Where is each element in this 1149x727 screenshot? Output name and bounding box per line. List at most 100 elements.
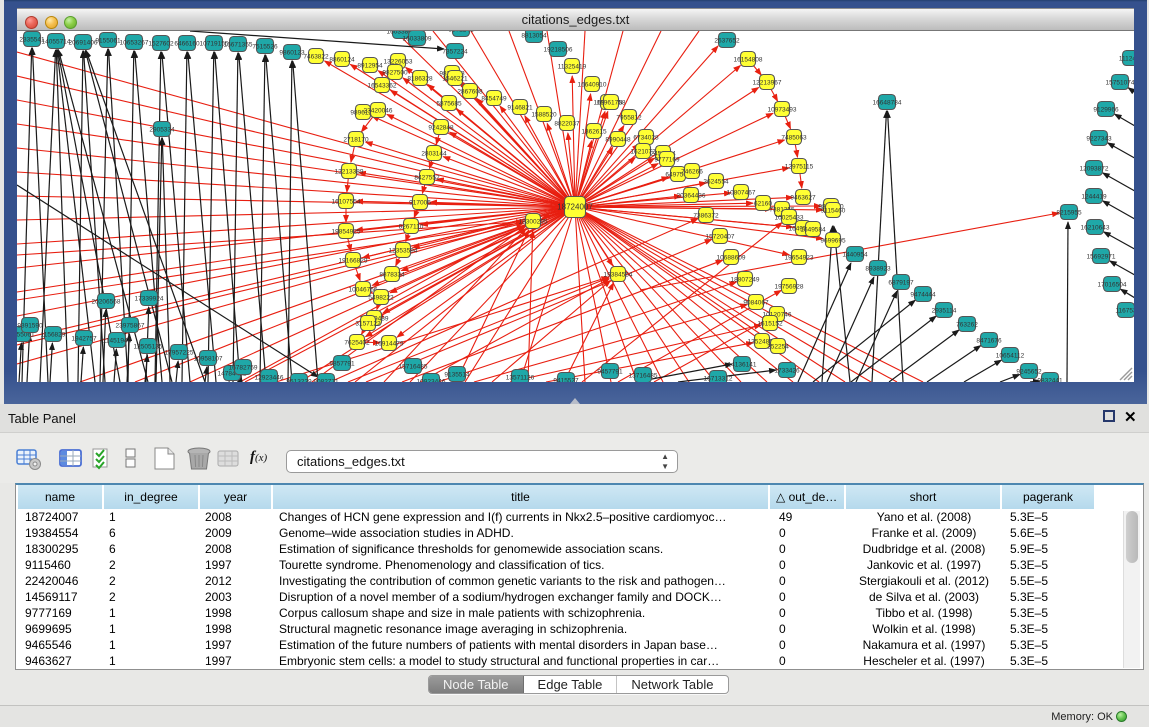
svg-text:6734028: 6734028	[633, 135, 659, 142]
svg-text:9391590: 9391590	[17, 323, 43, 330]
svg-text:19384554: 19384554	[604, 272, 633, 279]
svg-text:9129966: 9129966	[1093, 107, 1119, 114]
svg-text:5572241: 5572241	[448, 31, 474, 34]
svg-text:16648784: 16648784	[873, 100, 902, 107]
svg-text:9135514: 9135514	[444, 372, 470, 379]
svg-text:2905334: 2905334	[149, 127, 175, 134]
svg-text:8813054: 8813054	[521, 33, 547, 40]
svg-text:1156829: 1156829	[41, 332, 66, 339]
svg-text:19654923: 19654923	[785, 255, 814, 262]
svg-text:1440954: 1440954	[842, 252, 868, 259]
svg-text:9457791: 9457791	[597, 369, 623, 376]
svg-text:18724007: 18724007	[557, 203, 593, 212]
svg-text:6466160: 6466160	[174, 41, 200, 48]
svg-text:9463627: 9463627	[790, 195, 816, 202]
svg-text:1362615: 1362615	[581, 129, 607, 136]
svg-text:17957225: 17957225	[165, 350, 194, 357]
svg-text:19166829: 19166829	[339, 258, 368, 265]
svg-text:5498222: 5498222	[368, 295, 394, 302]
svg-text:16154808: 16154808	[734, 57, 763, 64]
svg-text:8471676: 8471676	[976, 338, 1002, 345]
svg-text:9832441: 9832441	[1037, 378, 1063, 383]
svg-text:8267110: 8267110	[399, 224, 424, 231]
svg-text:8938923: 8938923	[865, 266, 891, 273]
svg-text:19756928: 19756928	[775, 284, 804, 291]
svg-text:9699695: 9699695	[820, 238, 846, 245]
svg-text:11451944: 11451944	[103, 338, 132, 345]
svg-text:20691406: 20691406	[69, 40, 98, 47]
svg-text:15751074: 15751074	[1106, 80, 1134, 87]
svg-text:9513229: 9513229	[286, 379, 312, 383]
svg-text:116753: 116753	[1115, 308, 1134, 315]
svg-text:16543362: 16543362	[368, 83, 397, 90]
svg-text:8912954: 8912954	[357, 63, 383, 70]
svg-text:1942757: 1942757	[71, 336, 97, 343]
svg-text:2803144: 2803144	[421, 151, 447, 158]
svg-text:8878334: 8878334	[379, 272, 405, 279]
svg-text:2637652: 2637652	[714, 38, 740, 45]
svg-text:12093872: 12093872	[1080, 166, 1109, 173]
svg-text:23420046: 23420046	[364, 108, 393, 115]
svg-text:11325419: 11325419	[558, 64, 587, 71]
svg-text:9082771: 9082771	[313, 379, 339, 383]
svg-text:763262: 763262	[956, 322, 978, 329]
svg-text:16033809: 16033809	[403, 36, 432, 43]
svg-text:10653267: 10653267	[120, 40, 149, 47]
svg-text:15716485: 15716485	[399, 364, 428, 371]
svg-text:9155061: 9155061	[95, 38, 121, 45]
svg-text:8215955: 8215955	[1056, 210, 1082, 217]
svg-text:9415527: 9415527	[553, 378, 579, 383]
svg-text:2718170: 2718170	[343, 137, 369, 144]
svg-text:14136141: 14136141	[728, 362, 757, 369]
svg-text:13571126: 13571126	[506, 375, 535, 382]
svg-text:1733426: 1733426	[774, 368, 800, 375]
svg-text:252254: 252254	[767, 344, 789, 351]
svg-text:9777169: 9777169	[654, 157, 680, 164]
svg-text:9146821: 9146821	[507, 105, 533, 112]
svg-text:10654112: 10654112	[996, 353, 1025, 360]
svg-text:7955812: 7955812	[616, 115, 642, 122]
svg-text:16107554: 16107554	[332, 199, 361, 206]
svg-text:18807249: 18807249	[731, 277, 760, 284]
svg-text:17339924: 17339924	[135, 296, 164, 303]
svg-text:18300295: 18300295	[519, 219, 548, 226]
svg-text:9242848: 9242848	[428, 125, 454, 132]
svg-text:19854925: 19854925	[332, 229, 361, 236]
svg-text:1615152: 1615152	[757, 321, 783, 328]
svg-text:2867608: 2867608	[457, 89, 483, 96]
svg-text:9860123: 9860123	[279, 50, 305, 57]
svg-text:8860124: 8860124	[329, 57, 355, 64]
svg-text:9245652: 9245652	[1016, 369, 1042, 376]
svg-text:12505135: 12505135	[134, 344, 163, 351]
svg-text:17016504: 17016504	[1098, 282, 1127, 289]
svg-text:7357224: 7357224	[442, 49, 468, 56]
svg-text:20364436: 20364436	[677, 193, 706, 200]
svg-text:12975115: 12975115	[785, 164, 814, 171]
svg-text:7625402: 7625402	[344, 340, 370, 347]
svg-text:9827500: 9827500	[382, 70, 408, 77]
svg-text:16782759: 16782759	[229, 365, 258, 372]
svg-text:8822037: 8822037	[554, 121, 580, 128]
svg-text:7386372: 7386372	[693, 213, 719, 220]
svg-text:13716485: 13716485	[629, 373, 658, 380]
svg-text:1546221: 1546221	[442, 76, 468, 83]
svg-text:1649584: 1649584	[800, 227, 826, 234]
svg-text:3157122: 3157122	[355, 321, 381, 328]
svg-text:2935114: 2935114	[932, 308, 957, 315]
svg-text:8186328: 8186328	[407, 76, 433, 83]
svg-text:8454749: 8454749	[481, 96, 507, 103]
svg-text:23975867: 23975867	[116, 323, 145, 330]
svg-text:12353594: 12353594	[389, 248, 418, 255]
svg-text:16713312: 16713312	[704, 376, 733, 383]
svg-text:14055714: 14055714	[42, 39, 71, 46]
svg-text:10973493: 10973493	[768, 107, 797, 114]
svg-text:9115460: 9115460	[821, 208, 846, 215]
svg-text:16914479: 16914479	[375, 341, 404, 348]
svg-text:10688609: 10688609	[717, 255, 746, 262]
svg-text:10923446: 10923446	[417, 379, 446, 383]
svg-text:20206568: 20206568	[92, 299, 121, 306]
svg-text:15720407: 15720407	[706, 234, 735, 241]
svg-text:9227343: 9227343	[1086, 136, 1112, 143]
svg-text:19218506: 19218506	[544, 47, 573, 54]
svg-text:7485063: 7485063	[781, 135, 807, 142]
